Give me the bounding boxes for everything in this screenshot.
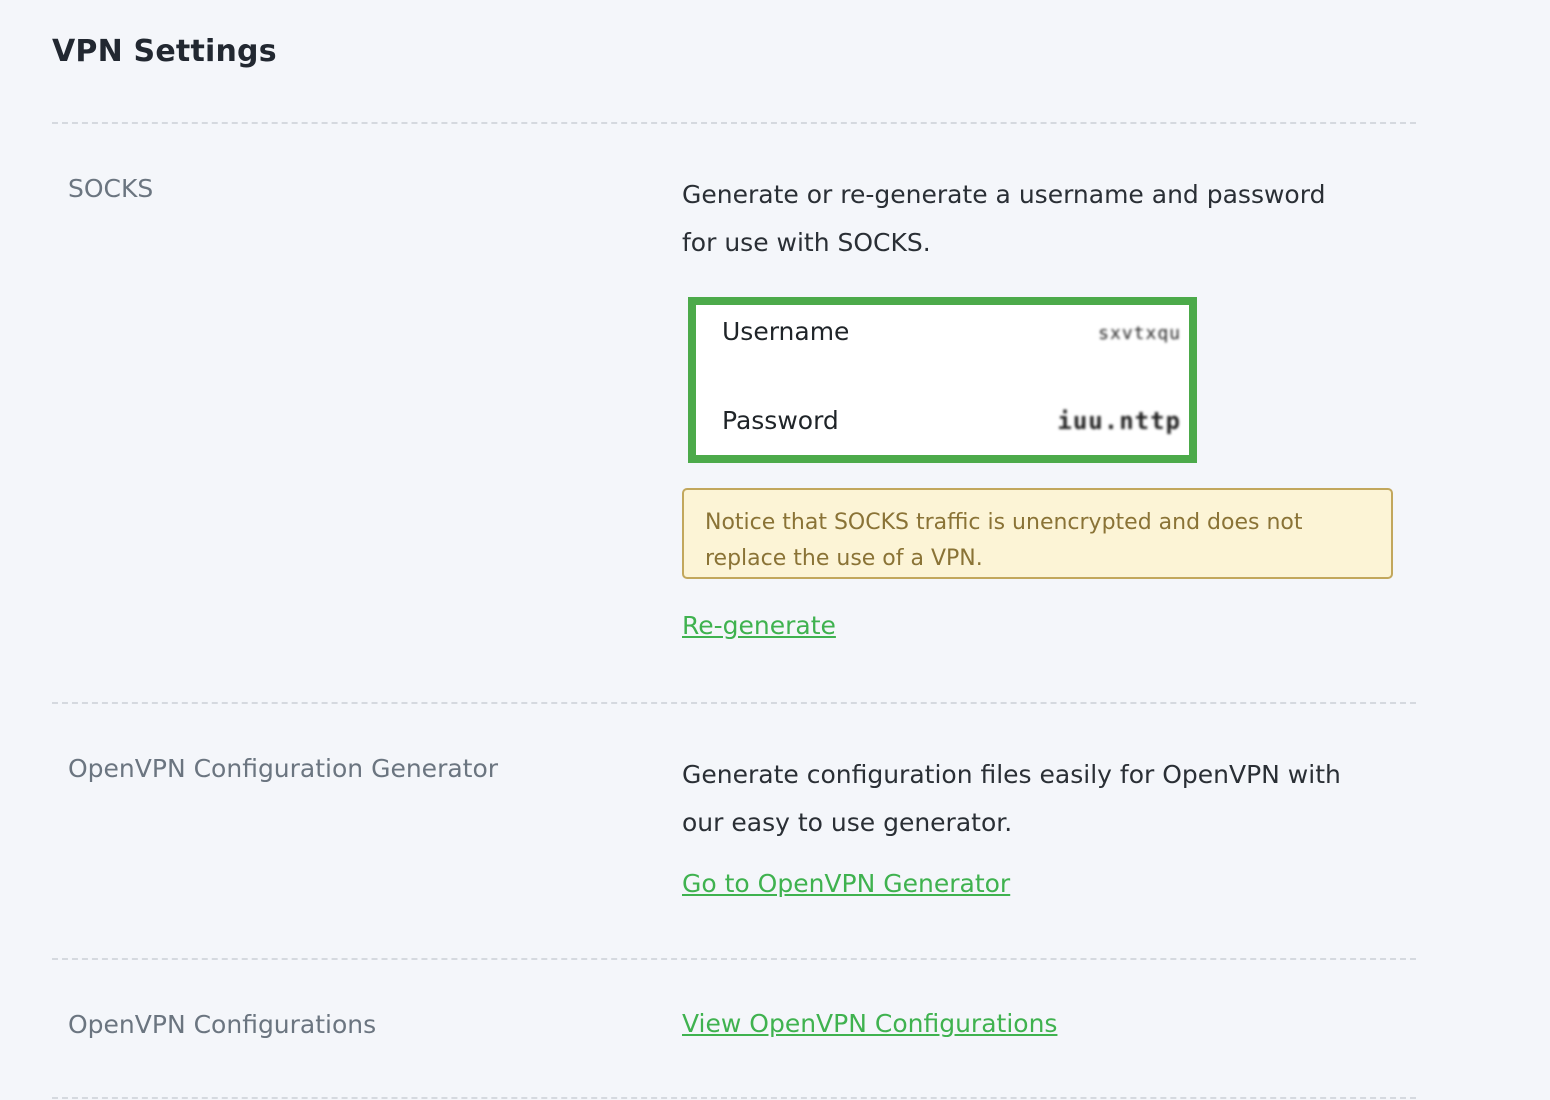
socks-description: Generate or re-generate a username and p… [682, 171, 1402, 267]
username-label: Username [722, 317, 850, 346]
openvpn-configurations-section-label: OpenVPN Configurations [68, 1010, 377, 1039]
openvpn-generator-description: Generate configuration files easily for … [682, 751, 1402, 847]
regenerate-link[interactable]: Re-generate [682, 611, 836, 640]
password-label: Password [722, 406, 839, 435]
password-value: iuu.nttp [1057, 407, 1181, 435]
section-divider [52, 702, 1416, 704]
openvpn-generator-description-line-2: our easy to use generator. [682, 808, 1013, 837]
socks-credentials-box: Username sxvtxqu Password iuu.nttp [688, 297, 1197, 463]
section-divider [52, 1097, 1416, 1099]
username-value: sxvtxqu [1098, 323, 1181, 344]
socks-section-label: SOCKS [68, 174, 154, 203]
openvpn-generator-section-label: OpenVPN Configuration Generator [68, 754, 499, 783]
notice-line-2: replace the use of a VPN. [705, 546, 983, 571]
section-divider [52, 958, 1416, 960]
notice-line-1: Notice that SOCKS traffic is unencrypted… [705, 510, 1303, 535]
openvpn-generator-description-line-1: Generate configuration files easily for … [682, 760, 1341, 789]
go-to-openvpn-generator-link[interactable]: Go to OpenVPN Generator [682, 869, 1010, 898]
vpn-settings-page: VPN Settings SOCKS Generate or re-genera… [0, 0, 1550, 1100]
socks-description-line-2: for use with SOCKS. [682, 228, 931, 257]
socks-description-line-1: Generate or re-generate a username and p… [682, 180, 1326, 209]
view-openvpn-configurations-link[interactable]: View OpenVPN Configurations [682, 1009, 1057, 1038]
page-title: VPN Settings [52, 34, 277, 69]
section-divider [52, 122, 1416, 124]
socks-unencrypted-notice: Notice that SOCKS traffic is unencrypted… [682, 488, 1393, 579]
